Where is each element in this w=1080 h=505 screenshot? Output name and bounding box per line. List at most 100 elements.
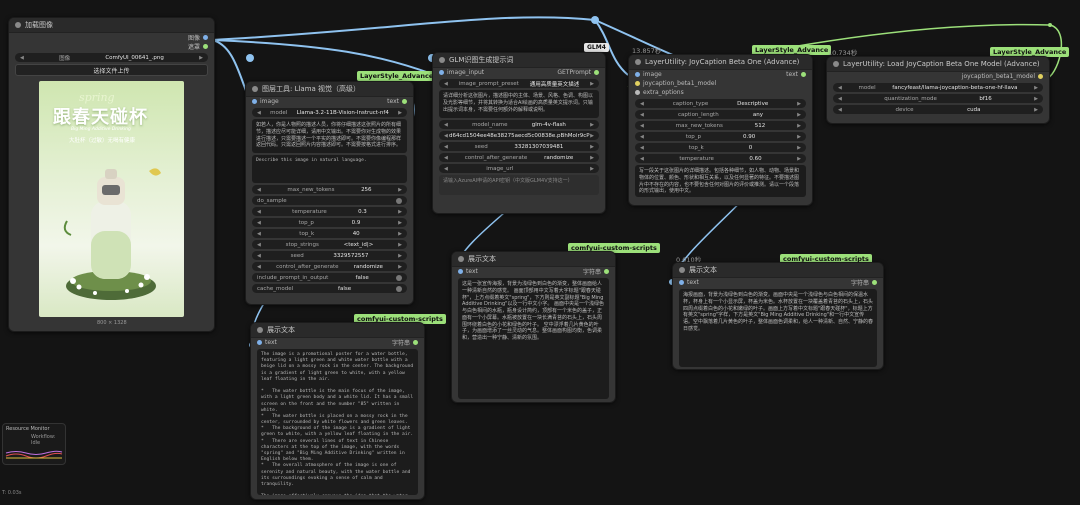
input-socket-icon[interactable] (635, 81, 640, 86)
output-socket-icon[interactable] (604, 269, 609, 274)
arrow-left-icon[interactable]: ◀ (257, 242, 261, 248)
widget-include-prompt-in-output[interactable]: include_prompt_in_output false (252, 273, 407, 282)
preset-selector[interactable]: ◀ image_prompt_preset 通用高质量英文描述 ▶ (439, 79, 599, 88)
widget-model[interactable]: ◀ model fancyfeast/llama-joycaption-beta-o… (833, 83, 1043, 92)
arrow-left-icon[interactable]: ◀ (838, 85, 842, 91)
arrow-left-icon[interactable]: ◀ (444, 166, 448, 172)
arrow-left-icon[interactable]: ◀ (640, 123, 644, 129)
node-header[interactable]: 展示文本 (452, 252, 615, 267)
widget-device[interactable]: ◀ device cuda ▶ (833, 105, 1043, 114)
arrow-left-icon[interactable]: ◀ (257, 253, 261, 259)
collapse-icon[interactable] (679, 267, 685, 273)
joycaption-advance-node[interactable]: LayerUtility: JoyCaption Beta One (Advan… (628, 54, 813, 206)
input-socket-icon[interactable] (458, 269, 463, 274)
node-header[interactable]: 展示文本 (251, 323, 424, 338)
system-prompt-textarea[interactable]: 如若人，你是人物照的描述人员，你将仔细描述这张照片的所有细节，描述应尽可能详细，… (252, 119, 407, 153)
load-joycaption-model-node[interactable]: LayerUtility: Load JoyCaption Beta One M… (826, 56, 1050, 124)
output-socket-icon[interactable] (413, 340, 418, 345)
output-socket-icon[interactable] (594, 70, 599, 75)
image-file-selector[interactable]: ◀ 图像 ComfyUI_00641_.png ▶ (15, 53, 208, 62)
arrow-right-icon[interactable]: ▶ (590, 133, 594, 139)
node-header[interactable]: 图层工具: Llama 视觉（高级） (246, 82, 413, 97)
node-header[interactable]: 加载图像 (9, 18, 214, 33)
node-canvas[interactable]: 加载图像 图像 遮罩 ◀ 图像 ComfyUI_00641_.png ▶ 选择文… (0, 0, 1080, 505)
arrow-right-icon[interactable]: ▶ (398, 187, 402, 193)
show-text-node-3[interactable]: 展示文本 text 字符串 海报画面，背景为浅绿色到白色的渐变。画面中央是一个浅… (672, 262, 884, 370)
node-header[interactable]: LayerUtility: Load JoyCaption Beta One M… (827, 57, 1049, 72)
upload-button[interactable]: 选择文件上传 (15, 64, 208, 76)
output-socket-icon[interactable] (872, 280, 877, 285)
input-socket-icon[interactable] (635, 72, 640, 77)
toggle-icon[interactable] (396, 274, 402, 281)
arrow-left-icon[interactable]: ◀ (257, 110, 261, 116)
output-text-area[interactable]: 海报画面，背景为浅绿色到白色的渐变。画面中央是一个浅绿色与白色相间的保温水杯，杯… (679, 289, 877, 367)
arrow-right-icon[interactable]: ▶ (590, 166, 594, 172)
widget-temperature[interactable]: ◀ temperature 0.60 ▶ (635, 154, 806, 163)
output-socket-icon[interactable] (402, 99, 407, 104)
arrow-left-icon[interactable]: ◀ (444, 155, 448, 161)
collapse-icon[interactable] (833, 61, 839, 67)
arrow-right-icon[interactable]: ▶ (797, 134, 801, 140)
collapse-icon[interactable] (439, 57, 445, 63)
arrow-left-icon[interactable]: ◀ (444, 144, 448, 150)
llama-vision-node[interactable]: 图层工具: Llama 视觉（高级） image text ◀ model Ll… (245, 81, 414, 305)
collapse-icon[interactable] (257, 327, 263, 333)
show-text-node-2[interactable]: 展示文本 text 字符串 这是一张宣传海报，背景为浅绿色到白色的渐变，整体画面… (451, 251, 616, 403)
widget-image-url[interactable]: ◀ image_url ▶ (439, 164, 599, 173)
arrow-left-icon[interactable]: ◀ (444, 81, 448, 87)
widget-max-new-tokens[interactable]: ◀ max_new_tokens 512 ▶ (635, 121, 806, 130)
model-selector[interactable]: ◀ model Llama-3.2-11B-Vision-Instruct-nf… (252, 108, 407, 117)
arrow-left-icon[interactable]: ◀ (640, 134, 644, 140)
arrow-right-icon[interactable]: ▶ (398, 220, 402, 226)
arrow-left-icon[interactable]: ◀ (257, 231, 261, 237)
collapse-icon[interactable] (635, 59, 641, 65)
widget-caption-length[interactable]: ◀ caption_length any ▶ (635, 110, 806, 119)
arrow-right-icon[interactable]: ▶ (1034, 96, 1038, 102)
widget-value[interactable]: ◀ d64cd1504ee48e38275aecd5c00838e.pBhMolr… (439, 131, 599, 140)
output-text-area[interactable]: The image is a promotional poster for a … (257, 349, 418, 495)
arrow-right-icon[interactable]: ▶ (1034, 85, 1038, 91)
resource-monitor[interactable]: Resource Monitor Workflow: Idle (2, 423, 66, 465)
widget-control-after-generate[interactable]: ◀ control_after_generate randomize ▶ (439, 153, 599, 162)
arrow-left-icon[interactable]: ◀ (640, 145, 644, 151)
widget-top-p[interactable]: ◀ top_p 0.9 ▶ (252, 218, 407, 227)
input-socket-icon[interactable] (635, 90, 640, 95)
output-socket-icon[interactable] (203, 35, 208, 40)
arrow-left-icon[interactable]: ◀ (257, 209, 261, 215)
prompt-textarea[interactable]: 请详细分析这张图片，描述图中的主体、场景、风格、色调、构图以及光影等细节，并将其… (439, 90, 599, 118)
arrow-right-icon[interactable]: ▶ (590, 155, 594, 161)
arrow-right-icon[interactable]: ▶ (797, 112, 801, 118)
widget-do-sample[interactable]: do_sample (252, 196, 407, 205)
arrow-right-icon[interactable]: ▶ (590, 122, 594, 128)
widget-top-k[interactable]: ◀ top_k 0 ▶ (635, 143, 806, 152)
input-socket-icon[interactable] (257, 340, 262, 345)
arrow-right-icon[interactable]: ▶ (797, 156, 801, 162)
arrow-right-icon[interactable]: ▶ (590, 81, 594, 87)
prompt-textarea[interactable]: 写一段关于这张图片的详细描述。包括各种细节，如人物、动物、场景和物体的位置、颜色… (635, 165, 806, 197)
collapse-icon[interactable] (252, 86, 258, 92)
arrow-right-icon[interactable]: ▶ (1034, 107, 1038, 113)
widget-top-k[interactable]: ◀ top_k 40 ▶ (252, 229, 407, 238)
node-header[interactable]: GLM识图生成提示词 (433, 53, 605, 68)
widget-top-p[interactable]: ◀ top_p 0.90 ▶ (635, 132, 806, 141)
arrow-left-icon[interactable]: ◀ (20, 55, 24, 61)
arrow-left-icon[interactable]: ◀ (640, 112, 644, 118)
widget-stop-strings[interactable]: ◀ stop_strings <text_id|> ▶ (252, 240, 407, 249)
output-socket-icon[interactable] (1038, 74, 1043, 79)
arrow-right-icon[interactable]: ▶ (797, 145, 801, 151)
arrow-right-icon[interactable]: ▶ (590, 144, 594, 150)
arrow-right-icon[interactable]: ▶ (398, 231, 402, 237)
arrow-left-icon[interactable]: ◀ (444, 122, 448, 128)
arrow-left-icon[interactable]: ◀ (257, 187, 261, 193)
arrow-right-icon[interactable]: ▶ (398, 110, 402, 116)
arrow-right-icon[interactable]: ▶ (398, 242, 402, 248)
widget-quantization-mode[interactable]: ◀ quantization_mode bf16 ▶ (833, 94, 1043, 103)
output-socket-icon[interactable] (203, 44, 208, 49)
show-text-node-1[interactable]: 展示文本 text 字符串 The image is a promotional… (250, 322, 425, 500)
toggle-icon[interactable] (395, 197, 402, 204)
arrow-left-icon[interactable]: ◀ (640, 101, 644, 107)
arrow-left-icon[interactable]: ◀ (640, 156, 644, 162)
glm-image-prompt-node[interactable]: GLM识图生成提示词 image_input GETPrompt ◀ image… (432, 52, 606, 214)
input-socket-icon[interactable] (679, 280, 684, 285)
arrow-right-icon[interactable]: ▶ (199, 55, 203, 61)
